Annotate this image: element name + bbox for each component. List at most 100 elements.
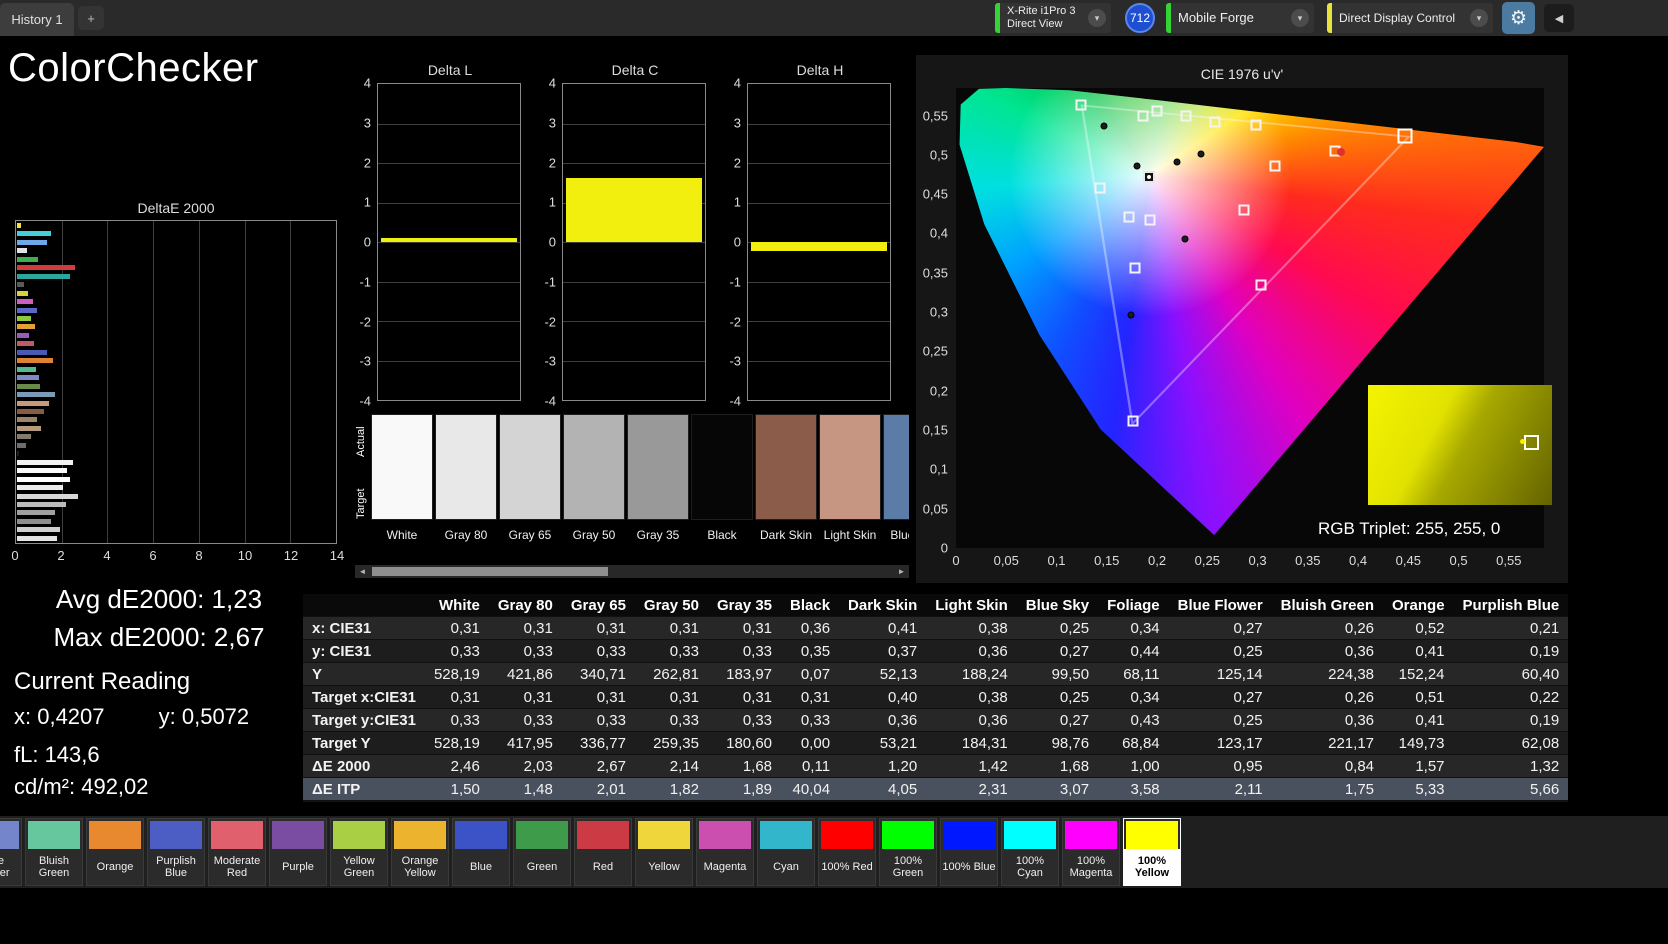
- patch-button-yellow-green[interactable]: Yellow Green: [330, 818, 388, 886]
- swatch-color: [883, 414, 909, 520]
- patch-button-orange-yellow[interactable]: Orange Yellow: [391, 818, 449, 886]
- patch-button-100-red[interactable]: 100% Red: [818, 818, 876, 886]
- meter-dropdown[interactable]: X-Rite i1Pro 3 Direct View ▾: [995, 3, 1111, 33]
- axis-tick-label: 0,2: [929, 383, 948, 399]
- chevron-down-icon[interactable]: ▾: [1291, 9, 1309, 27]
- axis-tick-label: 0: [11, 548, 19, 563]
- table-cell: 1,68: [1016, 754, 1099, 778]
- patch-button-orange[interactable]: Orange: [86, 818, 144, 886]
- axis-tick-label: 2: [57, 548, 65, 563]
- de2000-bar: [17, 518, 52, 524]
- column-header: Light Skin: [926, 594, 1017, 617]
- axis-tick-label: 0: [733, 234, 741, 250]
- patch-button-100-yellow[interactable]: 100% Yellow: [1123, 818, 1181, 886]
- table-cell: 0,25: [1016, 616, 1099, 640]
- scrollbar-track[interactable]: [370, 566, 894, 577]
- row-label: Target x:CIE31: [303, 685, 425, 709]
- swatch-label: Gray 35: [636, 528, 680, 542]
- de2000-bar: [17, 501, 66, 507]
- patch-label: Green: [526, 860, 558, 873]
- axis-tick-label: 0,1: [1047, 553, 1066, 568]
- table-cell: 0,33: [561, 639, 635, 663]
- patch-label: Red: [592, 860, 614, 873]
- gridline: [378, 281, 520, 283]
- patch-button-100-cyan[interactable]: 100% Cyan: [1001, 818, 1059, 886]
- scrollbar-thumb[interactable]: [372, 567, 608, 576]
- collapse-panel-icon[interactable]: ◀: [1544, 4, 1574, 32]
- patch-button-moderate-red[interactable]: Moderate Red: [208, 818, 266, 886]
- patch-button-purple[interactable]: Purple: [269, 818, 327, 886]
- table-cell: 4,05: [839, 777, 927, 801]
- de2000-bar: [17, 366, 37, 372]
- patch-color: [89, 821, 141, 849]
- row-label: Target y:CIE31: [303, 708, 425, 732]
- table-cell: 224,38: [1271, 662, 1384, 686]
- patch-color: [150, 821, 202, 849]
- patch-button-bluish-green[interactable]: Bluish Green: [25, 818, 83, 886]
- gridline: [748, 281, 890, 283]
- patch-button-cyan[interactable]: Cyan: [757, 818, 815, 886]
- column-header: Blue Sky: [1016, 594, 1099, 617]
- row-label: y: CIE31: [303, 639, 425, 663]
- scroll-right-icon[interactable]: ►: [894, 567, 909, 576]
- table-cell: 0,19: [1453, 708, 1568, 732]
- patch-button-100-green[interactable]: 100% Green: [879, 818, 937, 886]
- patch-button-magenta[interactable]: Magenta: [696, 818, 754, 886]
- tab-history-1[interactable]: History 1: [0, 3, 74, 36]
- table-cell: 417,95: [488, 731, 562, 755]
- delta-c-title: Delta C: [611, 62, 659, 78]
- cie-marker-square: [1209, 116, 1221, 128]
- source-dropdown[interactable]: Mobile Forge ▾: [1166, 3, 1314, 33]
- current-reading-xy: x: 0,4207 y: 0,5072: [14, 704, 249, 730]
- de2000-bar: [17, 324, 36, 330]
- de2000-chart: DeltaE 2000 0 2 4 6 8 10 12 14: [11, 200, 344, 564]
- control-dropdown[interactable]: Direct Display Control ▾: [1327, 3, 1493, 33]
- gridline: [748, 321, 890, 322]
- patch-button-blue[interactable]: Blue: [452, 818, 510, 886]
- app-window: History 1 + X-Rite i1Pro 3 Direct View ▾…: [0, 0, 1668, 944]
- patch-button-yellow[interactable]: Yellow: [635, 818, 693, 886]
- top-bar: History 1 + X-Rite i1Pro 3 Direct View ▾…: [0, 0, 1668, 36]
- table-cell: 5,33: [1383, 777, 1454, 801]
- axis-tick-label: -4: [729, 393, 741, 409]
- patch-button-100-blue[interactable]: 100% Blue: [940, 818, 998, 886]
- column-header: Gray 65: [561, 594, 635, 617]
- patch-color: [455, 821, 507, 849]
- table-row: Target x:CIE31 0,31 0,31 0,31 0,31 0,31 0,31 0,…: [303, 685, 1568, 709]
- axis-tick-label: -3: [359, 353, 371, 369]
- table-cell: 0,95: [1168, 754, 1272, 778]
- swatch-scrollbar[interactable]: ◄ ►: [355, 565, 909, 578]
- scroll-left-icon[interactable]: ◄: [355, 567, 370, 576]
- target-row-label: Target: [355, 488, 367, 520]
- chevron-down-icon[interactable]: ▾: [1470, 9, 1488, 27]
- patch-label: Orange Yellow: [401, 854, 439, 879]
- patch-button-red[interactable]: Red: [574, 818, 632, 886]
- swatch-label: Black: [707, 528, 737, 542]
- add-tab-button[interactable]: +: [78, 6, 104, 30]
- axis-tick-label: 10: [237, 548, 253, 563]
- patch-color: [0, 821, 19, 849]
- table-cell: 184,31: [926, 731, 1017, 755]
- swatch-gray-50: Gray 50: [563, 414, 625, 560]
- patch-button-green[interactable]: Green: [513, 818, 571, 886]
- column-header: Purplish Blue: [1453, 594, 1568, 617]
- delta-h-plot: [747, 83, 891, 401]
- cie-marker-square: [1075, 99, 1087, 111]
- gridline: [378, 360, 520, 362]
- table-row: Y 528,19 421,86 340,71 262,81 183,97 0,07 52,13…: [303, 662, 1568, 686]
- patch-button-purplish-blue[interactable]: Purplish Blue: [147, 818, 205, 886]
- gridline: [378, 242, 520, 243]
- swatch-gray-35: Gray 35: [627, 414, 689, 560]
- table-cell: 0,38: [926, 685, 1017, 709]
- cie-marker-dot: [1173, 158, 1181, 166]
- gridline: [563, 281, 705, 283]
- patch-button-100-magenta[interactable]: 100% Magenta: [1062, 818, 1120, 886]
- table-cell: 0,31: [424, 685, 489, 709]
- rgb-triplet-label: RGB Triplet: 255, 255, 0: [1318, 519, 1501, 538]
- gear-icon[interactable]: ⚙: [1502, 2, 1535, 34]
- table-cell: 0,36: [926, 639, 1017, 663]
- chevron-down-icon[interactable]: ▾: [1088, 9, 1106, 27]
- axis-tick-label: 4: [103, 548, 111, 563]
- patch-button-blue-flower[interactable]: Blue Flower: [0, 818, 22, 886]
- table-cell: 2,11: [1168, 777, 1272, 801]
